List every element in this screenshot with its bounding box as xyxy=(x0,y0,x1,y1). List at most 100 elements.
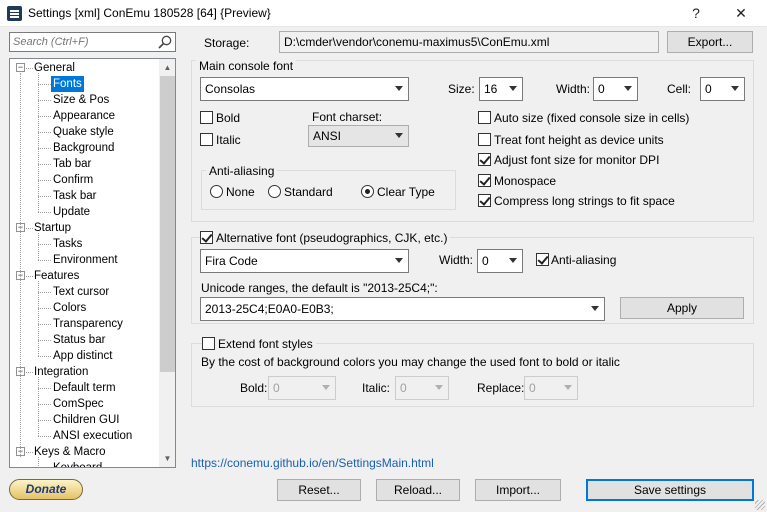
scroll-down-icon[interactable]: ▼ xyxy=(159,450,175,467)
font-size-combo[interactable]: 16 xyxy=(479,77,523,101)
tree-item-app-distinct[interactable]: App distinct xyxy=(53,348,112,364)
search-input[interactable] xyxy=(10,33,150,51)
help-link[interactable]: https://conemu.github.io/en/SettingsMain… xyxy=(191,456,434,470)
export-button[interactable]: Export... xyxy=(667,31,753,53)
alt-width-combo[interactable]: 0 xyxy=(477,249,523,273)
tree-item-fonts[interactable]: Fonts xyxy=(51,76,84,92)
tree-item-default-term[interactable]: Default term xyxy=(53,380,116,396)
alt-font-label[interactable]: Alternative font (pseudographics, CJK, e… xyxy=(213,231,451,245)
font-width-value: 0 xyxy=(598,82,605,96)
import-button[interactable]: Import... xyxy=(475,479,561,501)
style-bold-combo[interactable]: 0 xyxy=(268,376,336,400)
antialias-group-title: Anti-aliasing xyxy=(206,164,278,178)
search-icon[interactable] xyxy=(157,34,173,50)
cell-value: 0 xyxy=(705,82,712,96)
apply-button[interactable]: Apply xyxy=(620,297,744,319)
style-replace-label: Replace: xyxy=(477,381,525,395)
tree-item-children-gui[interactable]: Children GUI xyxy=(53,412,119,428)
tree-group-features[interactable]: Features xyxy=(34,268,79,284)
extend-styles-description: By the cost of background colors you may… xyxy=(201,355,620,369)
monospace-checkbox[interactable] xyxy=(478,174,491,187)
alt-font-combo[interactable]: Fira Code xyxy=(200,249,409,273)
reload-button[interactable]: Reload... xyxy=(376,479,460,501)
italic-label[interactable]: Italic xyxy=(216,133,241,147)
cell-combo[interactable]: 0 xyxy=(700,77,745,101)
tree-item-transparency[interactable]: Transparency xyxy=(53,316,123,332)
charset-combo[interactable]: ANSI xyxy=(308,125,409,147)
tree-item-tab-bar[interactable]: Tab bar xyxy=(53,156,91,172)
alt-width-value: 0 xyxy=(482,254,489,268)
chevron-down-icon xyxy=(731,86,739,91)
donate-button[interactable]: Donate xyxy=(9,479,83,500)
tree-item-background[interactable]: Background xyxy=(53,140,114,156)
alt-antialias-label[interactable]: Anti-aliasing xyxy=(551,253,616,267)
tree-item-tasks[interactable]: Tasks xyxy=(53,236,82,252)
scroll-thumb[interactable] xyxy=(160,76,175,372)
tree-item-keyboard[interactable]: Keyboard xyxy=(53,460,102,467)
help-button[interactable]: ? xyxy=(685,3,707,23)
unicode-ranges-combo[interactable]: 2013-25C4;E0A0-E0B3; xyxy=(200,297,605,321)
antialias-none-label[interactable]: None xyxy=(226,185,255,199)
tree-item-environment[interactable]: Environment xyxy=(53,252,118,268)
alt-antialias-checkbox[interactable] xyxy=(536,253,549,266)
device-units-label[interactable]: Treat font height as device units xyxy=(494,133,664,147)
style-italic-combo[interactable]: 0 xyxy=(395,376,449,400)
tree-group-integration[interactable]: Integration xyxy=(34,364,88,380)
tree-group-keys-macro[interactable]: Keys & Macro xyxy=(34,444,106,460)
antialias-standard-label[interactable]: Standard xyxy=(284,185,333,199)
antialias-standard-radio[interactable] xyxy=(268,185,281,198)
compress-strings-checkbox[interactable] xyxy=(478,194,491,207)
tree-item-appearance[interactable]: Appearance xyxy=(53,108,115,124)
italic-checkbox[interactable] xyxy=(200,133,213,146)
font-width-combo[interactable]: 0 xyxy=(593,77,638,101)
extend-styles-label[interactable]: Extend font styles xyxy=(215,337,316,351)
tree-item-text-cursor[interactable]: Text cursor xyxy=(53,284,109,300)
search-box xyxy=(9,32,176,52)
tree-item-comspec[interactable]: ComSpec xyxy=(53,396,104,412)
style-replace-combo[interactable]: 0 xyxy=(524,376,578,400)
collapse-toggle-icon[interactable]: − xyxy=(16,63,25,72)
monitor-dpi-checkbox[interactable] xyxy=(478,153,491,166)
tree-group-startup[interactable]: Startup xyxy=(34,220,71,236)
tree-scrollbar[interactable]: ▲ ▼ xyxy=(159,59,175,467)
tree-item-status-bar[interactable]: Status bar xyxy=(53,332,105,348)
auto-size-label[interactable]: Auto size (fixed console size in cells) xyxy=(494,111,689,125)
font-name-combo[interactable]: Consolas xyxy=(200,77,409,101)
tree-connector xyxy=(38,356,51,357)
monospace-label[interactable]: Monospace xyxy=(494,174,556,188)
conemu-app-icon xyxy=(7,6,22,21)
tree-item-confirm[interactable]: Confirm xyxy=(53,172,93,188)
close-button[interactable]: ✕ xyxy=(730,3,752,23)
tree-group-general[interactable]: General xyxy=(34,60,75,76)
reset-button[interactable]: Reset... xyxy=(277,479,361,501)
chevron-down-icon xyxy=(322,385,330,390)
cell-label: Cell: xyxy=(667,82,692,96)
compress-strings-label[interactable]: Compress long strings to fit space xyxy=(494,194,675,208)
tree-item-quake-style[interactable]: Quake style xyxy=(53,124,114,140)
device-units-checkbox[interactable] xyxy=(478,133,491,146)
antialias-none-radio[interactable] xyxy=(210,185,223,198)
alt-font-checkbox[interactable] xyxy=(200,231,213,244)
save-settings-button[interactable]: Save settings xyxy=(586,479,754,501)
width-label: Width: xyxy=(556,82,591,96)
resize-grip-icon[interactable] xyxy=(755,500,765,510)
tree-item-colors[interactable]: Colors xyxy=(53,300,86,316)
bold-label[interactable]: Bold xyxy=(216,111,240,125)
monitor-dpi-label[interactable]: Adjust font size for monitor DPI xyxy=(494,153,659,167)
chevron-down-icon xyxy=(395,258,403,263)
auto-size-checkbox[interactable] xyxy=(478,111,491,124)
tree-connector xyxy=(26,228,33,229)
scroll-up-icon[interactable]: ▲ xyxy=(159,59,175,76)
tree-connector xyxy=(38,180,51,181)
tree-item-size-pos[interactable]: Size & Pos xyxy=(53,92,109,108)
tree-item-task-bar[interactable]: Task bar xyxy=(53,188,96,204)
tree-connector xyxy=(38,457,39,467)
bold-checkbox[interactable] xyxy=(200,111,213,124)
storage-path-field[interactable]: D:\cmder\vendor\conemu-maximus5\ConEmu.x… xyxy=(279,31,659,53)
main-font-group-title: Main console font xyxy=(196,59,297,73)
antialias-cleartype-radio[interactable] xyxy=(361,185,374,198)
tree-item-ansi-execution[interactable]: ANSI execution xyxy=(53,428,132,444)
extend-styles-checkbox[interactable] xyxy=(202,337,215,350)
antialias-cleartype-label[interactable]: Clear Type xyxy=(377,185,435,199)
tree-item-update[interactable]: Update xyxy=(53,204,90,220)
